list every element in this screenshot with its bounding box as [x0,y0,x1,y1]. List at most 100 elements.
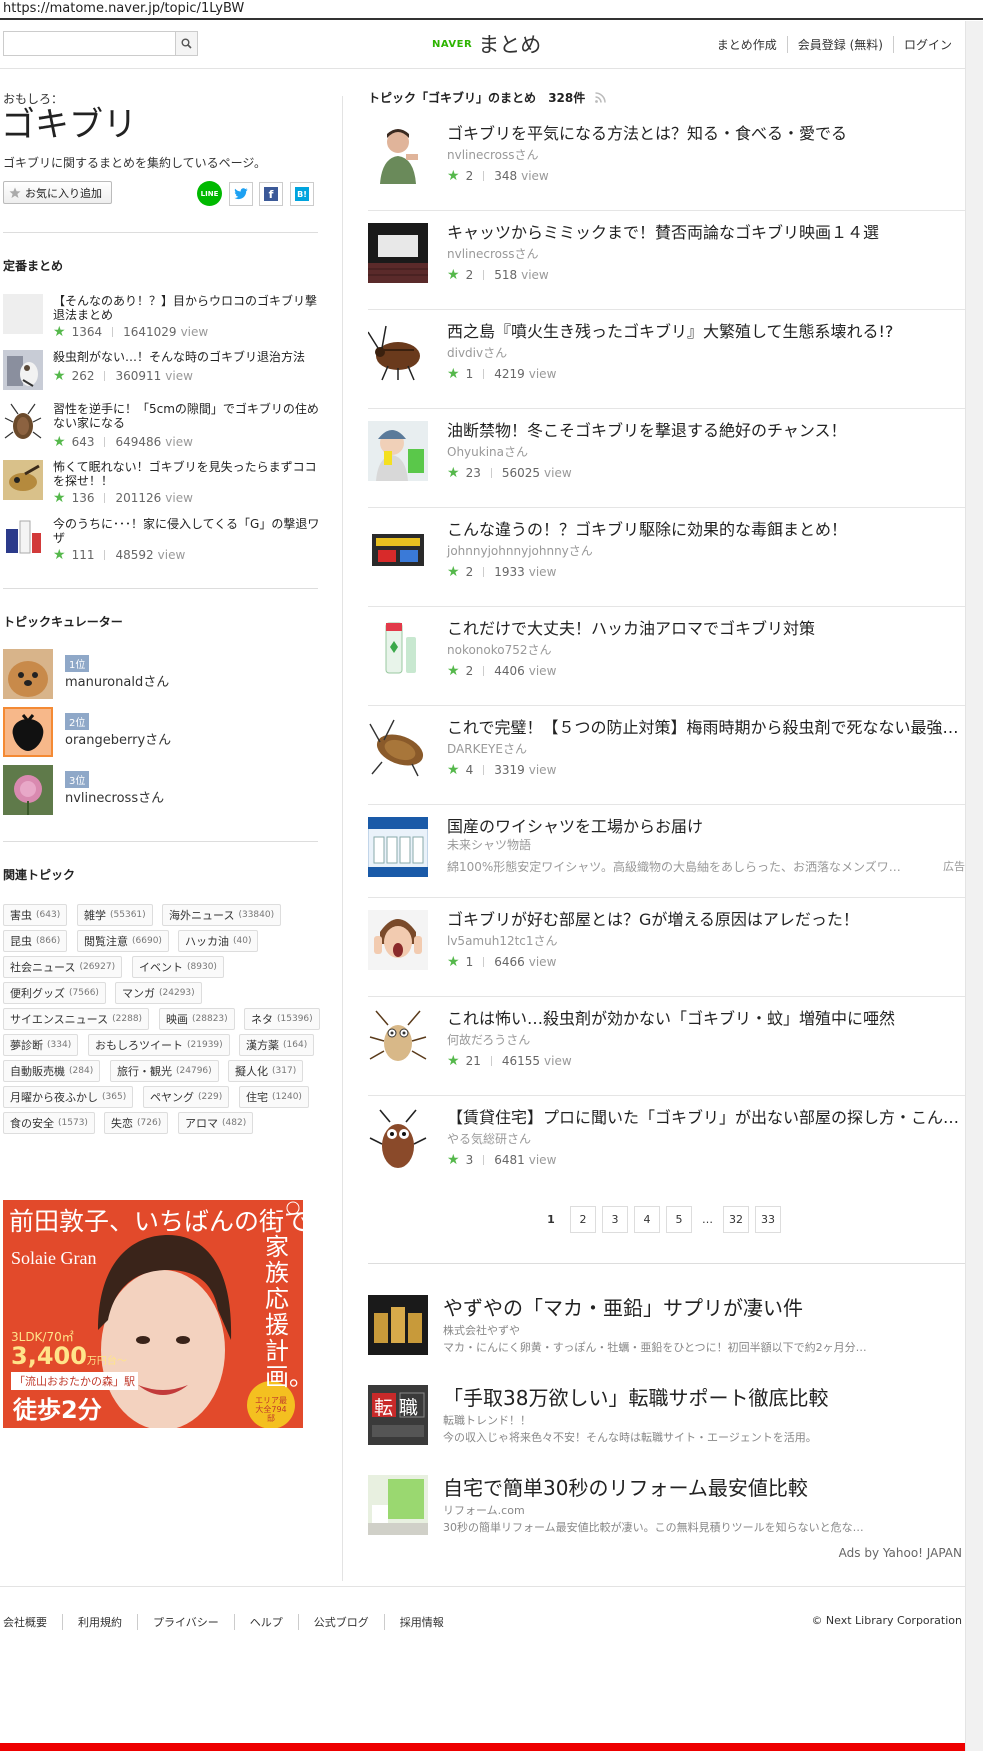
author-name[interactable]: nvlinecrossさん [447,245,538,262]
thumbnail[interactable] [368,1295,428,1355]
page-3[interactable]: 3 [602,1206,628,1233]
ad-title[interactable]: やずやの「マカ・亜鉛」サプリが凄い件 [443,1292,803,1321]
related-tag[interactable]: 食の安全 (1573) [3,1112,95,1134]
thumbnail[interactable] [368,619,428,679]
hatena-share-icon[interactable]: B! [290,182,314,206]
register-link[interactable]: 会員登録 (無料) [786,36,893,53]
ad-description[interactable]: 綿100%形態安定ワイシャツ。高級織物の大島紬をあしらった、お洒落なメンズワイシ… [447,858,907,875]
topic-title[interactable]: ゴキブリが好む部屋とは？Gが増える原因はアレだった！ [447,906,962,930]
related-tag[interactable]: サイエンスニュース (2288) [3,1008,150,1030]
author-name[interactable]: やる気総研さん [447,1130,531,1147]
related-tag[interactable]: 擬人化 (317) [228,1060,304,1082]
topic-title[interactable]: これは怖い…殺虫剤が効かない「ゴキブリ・蚊」増殖中に唖然 [447,1005,962,1029]
related-tag[interactable]: 海外ニュース (33840) [162,904,282,926]
related-tag[interactable]: 住宅 (1240) [239,1086,309,1108]
topic-title[interactable]: 西之島『噴火生き残ったゴキブリ』大繁殖して生態系壊れる!? [447,318,962,342]
related-tag[interactable]: 雑学 (55361) [77,904,153,926]
related-tag[interactable]: 自動販売機 (284) [3,1060,101,1082]
page-5[interactable]: 5 [666,1206,692,1233]
thumbnail[interactable] [368,1009,428,1069]
scrollbar[interactable] [965,21,983,1751]
author-name[interactable]: DARKEYEさん [447,740,527,757]
ad-source[interactable]: 株式会社やずや [443,1322,520,1338]
thumbnail[interactable] [368,520,428,580]
avatar[interactable] [3,649,53,699]
related-tag[interactable]: ハッカ油 (40) [178,930,259,952]
avatar[interactable] [3,707,53,757]
page-4[interactable]: 4 [634,1206,660,1233]
footer-link-terms[interactable]: 利用規約 [62,1614,137,1630]
twitter-share-icon[interactable] [229,182,253,206]
page-1[interactable]: 1 [538,1206,564,1233]
related-tag[interactable]: おもしろツイート (21939) [88,1034,230,1056]
page-33[interactable]: 33 [755,1206,781,1233]
ad-description[interactable]: マカ・にんにく卵黄・すっぽん・牡蠣・亜鉛をひとつに！初回半額以下で約2ヶ月分… [443,1339,873,1355]
thumbnail[interactable] [3,402,43,442]
ad-source[interactable]: 転職トレンド！！ [443,1412,531,1428]
yahoo-ads-credit[interactable]: Ads by Yahoo! JAPAN [839,1546,962,1560]
thumbnail[interactable] [3,460,43,500]
footer-link-blog[interactable]: 公式ブログ [297,1614,384,1630]
thumbnail[interactable] [368,910,428,970]
thumbnail[interactable] [368,223,428,283]
footer-link-careers[interactable]: 採用情報 [383,1614,459,1630]
ad-title[interactable]: 自宅で簡単30秒のリフォーム最安値比較 [443,1472,808,1501]
avatar[interactable] [3,765,53,815]
topic-title[interactable]: こんな違うの！？ゴキブリ駆除に効果的な毒餌まとめ！ [447,516,962,540]
ad-source[interactable]: リフォーム.com [443,1502,525,1518]
login-link[interactable]: ログイン [892,36,962,53]
related-tag[interactable]: ペヤング (229) [143,1086,230,1108]
page-2[interactable]: 2 [570,1206,596,1233]
curator-item[interactable]: 1位 manuronaldさん [3,649,303,699]
related-tag[interactable]: 月曜から夜ふかし (365) [3,1086,134,1108]
ad-title[interactable]: 「手取38万欲しい」転職サポート徹底比較 [443,1382,828,1411]
thumbnail[interactable] [3,294,43,334]
related-tag[interactable]: マンガ (24293) [115,982,202,1004]
related-tag[interactable]: 昆虫 (866) [3,930,68,952]
footer-link-help[interactable]: ヘルプ [233,1614,298,1630]
thumbnail[interactable]: 転職 [368,1385,428,1445]
topic-title[interactable]: キャッツからミミックまで！賛否両論なゴキブリ映画１４選 [447,219,962,243]
related-tag[interactable]: 閲覧注意 (6690) [77,930,169,952]
ad-title[interactable]: 国産のワイシャツを工場からお届け [447,813,962,837]
standard-item-title[interactable]: 習性を逆手に！「5cmの隙間」でゴキブリの住めない家になる [53,402,323,430]
related-tag[interactable]: ネタ (15396) [244,1008,320,1030]
topic-title[interactable]: これだけで大丈夫！ハッカ油アロマでゴキブリ対策 [447,615,962,639]
author-name[interactable]: nvlinecrossさん [447,146,538,163]
site-logo[interactable]: NAVER まとめ [432,30,541,58]
standard-item-title[interactable]: 殺虫剤がない…！そんな時のゴキブリ退治方法 [53,350,323,364]
search-input[interactable] [4,32,175,55]
line-share-icon[interactable]: LINE [197,181,222,206]
thumbnail[interactable] [368,1475,428,1535]
author-name[interactable]: divdivさん [447,344,507,361]
curator-item[interactable]: 2位 orangeberryさん [3,707,303,757]
ad-source[interactable]: 未来シャツ物語 [447,836,531,853]
thumbnail[interactable] [368,322,428,382]
thumbnail[interactable] [3,517,43,557]
related-tag[interactable]: アロマ (482) [178,1112,254,1134]
curator-name[interactable]: manuronaldさん [65,671,169,690]
author-name[interactable]: 何故だろうさん [447,1031,530,1048]
create-matome-link[interactable]: まとめ作成 [707,36,787,53]
topic-title[interactable]: これで完璧！【５つの防止対策】梅雨時期から殺虫剤で死なない最強ゴキブリ [447,714,962,738]
author-name[interactable]: Ohyukinaさん [447,443,528,460]
facebook-share-icon[interactable]: f [259,182,283,206]
ad-description[interactable]: 今の収入じゃ将来色々不安！そんな時は転職サイト・エージェントを活用。 [443,1429,873,1445]
topic-title[interactable]: 油断禁物！冬こそゴキブリを撃退する絶好のチャンス！ [447,417,962,441]
thumbnail[interactable] [368,1108,428,1168]
related-tag[interactable]: 失恋 (726) [104,1112,169,1134]
author-name[interactable]: lv5amuh12tc1さん [447,932,558,949]
banner-ad[interactable]: 前田敦子、いちばんの街で 家族応援計画。 Solaie Gran 3LDK/70… [3,1200,303,1445]
standard-item-title[interactable]: 【そんなのあり！？】目からウロコのゴキブリ撃退法まとめ [53,294,323,322]
related-tag[interactable]: 漢方薬 (164) [239,1034,315,1056]
related-tag[interactable]: 旅行・観光 (24796) [110,1060,219,1082]
related-tag[interactable]: 夢診断 (334) [3,1034,79,1056]
topic-title[interactable]: ゴキブリを平気になる方法とは？知る・食べる・愛でる [447,120,962,144]
thumbnail[interactable] [368,421,428,481]
author-name[interactable]: johnnyjohnnyjohnnyさん [447,542,593,559]
search-icon[interactable] [175,32,197,55]
related-tag[interactable]: 便利グッズ (7566) [3,982,106,1004]
topic-title[interactable]: 【賃貸住宅】プロに聞いた「ゴキブリ」が出ない部屋の探し方・こんな物件は要注意 [447,1104,962,1128]
curator-name[interactable]: orangeberryさん [65,729,171,748]
page-32[interactable]: 32 [723,1206,749,1233]
